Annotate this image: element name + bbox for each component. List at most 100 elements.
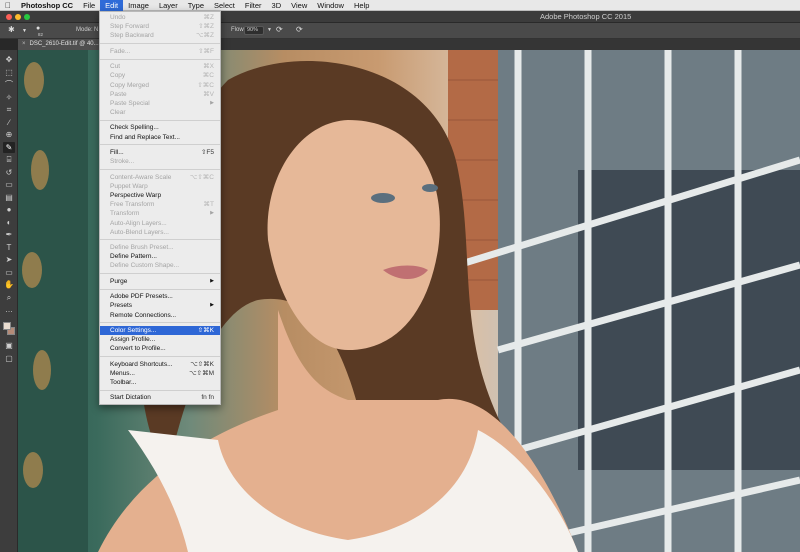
menu-item-transform[interactable]: Transform ▶ (100, 209, 220, 218)
menu-item-undo[interactable]: Undo ⌘Z (100, 13, 220, 22)
clone-stamp-icon[interactable]: ⌸ (3, 154, 15, 165)
flow-dropdown-icon[interactable]: ▼ (267, 27, 272, 33)
type-tool-icon[interactable]: T (3, 242, 15, 253)
close-window-button[interactable] (6, 14, 12, 20)
menu-item-paste-special[interactable]: Paste Special ▶ (100, 99, 220, 108)
menu-item-step-backward[interactable]: Step Backward ⌥⌘Z (100, 31, 220, 40)
menu-item-adobe-pdf-presets[interactable]: Adobe PDF Presets... (100, 292, 220, 301)
document-tab[interactable]: × DSC_2610-Edit.tif @ 40... (18, 39, 100, 50)
screen-mode-icon[interactable]: ▢ (3, 353, 15, 364)
menubar-item-image[interactable]: Image (123, 0, 154, 11)
menubar-item-help[interactable]: Help (349, 0, 374, 11)
menu-item-shortcut: ⌘X (203, 63, 214, 71)
menu-item-content-aware-scale[interactable]: Content-Aware Scale ⌥⇧⌘C (100, 173, 220, 182)
chevron-down-icon[interactable]: ▼ (22, 28, 27, 34)
apple-icon[interactable]:  (0, 1, 16, 10)
menu-item-label: Assign Profile... (110, 336, 156, 344)
toolbox: ✥ ⬚ ⌒ ✧ ⌗ ∕ ⊕ ✎ ⌸ ↺ ▭ ▤ ● ◐ ✒ T ➤ ▭ ✋ ⌕… ▣ ▢ (0, 50, 18, 552)
zoom-window-button[interactable] (24, 14, 30, 20)
move-tool-icon[interactable]: ✥ (3, 54, 15, 65)
menu-item-label: Convert to Profile... (110, 345, 166, 353)
pressure-size-icon[interactable]: ⟳ (296, 25, 303, 34)
zoom-tool-icon[interactable]: ⌕ (3, 292, 15, 303)
menu-item-step-forward[interactable]: Step Forward ⇧⌘Z (100, 22, 220, 31)
magic-wand-icon[interactable]: ✧ (3, 92, 15, 103)
menu-item-start-dictation[interactable]: Start Dictation fn fn (100, 393, 220, 402)
menu-item-define-pattern[interactable]: Define Pattern... (100, 252, 220, 261)
menu-separator (100, 389, 220, 391)
menu-item-purge[interactable]: Purge ▶ (100, 277, 220, 286)
menubar-item-filter[interactable]: Filter (240, 0, 267, 11)
menu-item-shortcut: ⌘C (202, 72, 214, 80)
history-brush-icon[interactable]: ↺ (3, 167, 15, 178)
menu-item-find-and-replace-text[interactable]: Find and Replace Text... (100, 133, 220, 142)
menu-item-clear[interactable]: Clear (100, 108, 220, 117)
healing-brush-icon[interactable]: ⊕ (3, 129, 15, 140)
menu-item-fill[interactable]: Fill... ⇧F5 (100, 148, 220, 157)
dodge-tool-icon[interactable]: ◐ (3, 217, 15, 228)
pen-tool-icon[interactable]: ✒ (3, 229, 15, 240)
menu-item-menus[interactable]: Menus... ⌥⇧⌘M (100, 369, 220, 378)
menu-item-auto-blend-layers[interactable]: Auto-Blend Layers... (100, 228, 220, 237)
menu-item-cut[interactable]: Cut ⌘X (100, 62, 220, 71)
path-selection-icon[interactable]: ➤ (3, 254, 15, 265)
lasso-tool-icon[interactable]: ⌒ (3, 79, 15, 90)
brush-tool-icon[interactable]: ✎ (3, 141, 15, 153)
menu-item-copy-merged[interactable]: Copy Merged ⇧⌘C (100, 81, 220, 90)
menubar-item-3d[interactable]: 3D (267, 0, 287, 11)
blur-tool-icon[interactable]: ● (3, 204, 15, 215)
foreground-color-swatch[interactable] (3, 322, 11, 330)
eyedropper-icon[interactable]: ∕ (3, 117, 15, 128)
menubar-item-view[interactable]: View (286, 0, 312, 11)
menu-item-puppet-warp[interactable]: Puppet Warp (100, 182, 220, 191)
menu-item-convert-to-profile[interactable]: Convert to Profile... (100, 344, 220, 353)
rectangle-tool-icon[interactable]: ▭ (3, 267, 15, 278)
brush-preset-icon[interactable]: ✱ (8, 25, 15, 34)
crop-tool-icon[interactable]: ⌗ (3, 104, 15, 115)
menubar-item-select[interactable]: Select (209, 0, 240, 11)
menu-item-check-spelling[interactable]: Check Spelling... (100, 123, 220, 132)
hand-tool-icon[interactable]: ✋ (3, 279, 15, 290)
eye-right (422, 184, 438, 192)
menu-item-toolbar[interactable]: Toolbar... (100, 378, 220, 387)
minimize-window-button[interactable] (15, 14, 21, 20)
menu-item-define-brush-preset[interactable]: Define Brush Preset... (100, 243, 220, 252)
menubar-item-window[interactable]: Window (312, 0, 349, 11)
menu-item-assign-profile[interactable]: Assign Profile... (100, 335, 220, 344)
menu-item-color-settings[interactable]: Color Settings... ⇧⌘K (100, 325, 220, 336)
eraser-icon[interactable]: ▭ (3, 179, 15, 190)
menubar-item-type[interactable]: Type (183, 0, 209, 11)
mode-value[interactable]: N (94, 27, 98, 33)
menu-item-keyboard-shortcuts[interactable]: Keyboard Shortcuts... ⌥⇧⌘K (100, 360, 220, 369)
menu-item-paste[interactable]: Paste ⌘V (100, 90, 220, 99)
menu-item-label: Color Settings... (110, 326, 157, 334)
menu-item-perspective-warp[interactable]: Perspective Warp (100, 191, 220, 200)
menubar-item-layer[interactable]: Layer (154, 0, 183, 11)
marquee-tool-icon[interactable]: ⬚ (3, 67, 15, 78)
edit-menu-dropdown: Undo ⌘Z Step Forward ⇧⌘Z Step Backward ⌥⌘Z Fad… (99, 11, 221, 405)
quick-mask-icon[interactable]: ▣ (3, 340, 15, 351)
menu-item-stroke[interactable]: Stroke... (100, 157, 220, 166)
menu-item-fade[interactable]: Fade... ⇧⌘F (100, 47, 220, 56)
submenu-arrow-icon: ▶ (210, 210, 214, 217)
menu-item-presets[interactable]: Presets ▶ (100, 301, 220, 310)
menu-item-free-transform[interactable]: Free Transform ⌘T (100, 200, 220, 209)
menubar-item-edit[interactable]: Edit (100, 0, 124, 11)
menu-item-label: Copy (110, 72, 126, 80)
menu-item-shortcut: ⌘Z (203, 14, 214, 21)
gradient-tool-icon[interactable]: ▤ (3, 192, 15, 203)
menu-item-remote-connections[interactable]: Remote Connections... (100, 311, 220, 320)
eye-left (371, 193, 395, 203)
menubar-item-file[interactable]: File (78, 0, 100, 11)
more-tools-icon[interactable]: … (3, 304, 15, 315)
menu-item-label: Paste (110, 90, 127, 98)
app-menu[interactable]: Photoshop CC (16, 0, 78, 11)
menu-item-label: Presets (110, 302, 133, 310)
menu-item-copy[interactable]: Copy ⌘C (100, 71, 220, 80)
airbrush-icon[interactable]: ⟳ (276, 25, 283, 34)
menu-item-auto-align-layers[interactable]: Auto-Align Layers... (100, 219, 220, 228)
submenu-arrow-icon: ▶ (210, 277, 214, 284)
brush-tip-icon[interactable]: ● (36, 25, 40, 32)
close-icon[interactable]: × (22, 41, 26, 47)
menu-item-define-custom-shape[interactable]: Define Custom Shape... (100, 261, 220, 270)
